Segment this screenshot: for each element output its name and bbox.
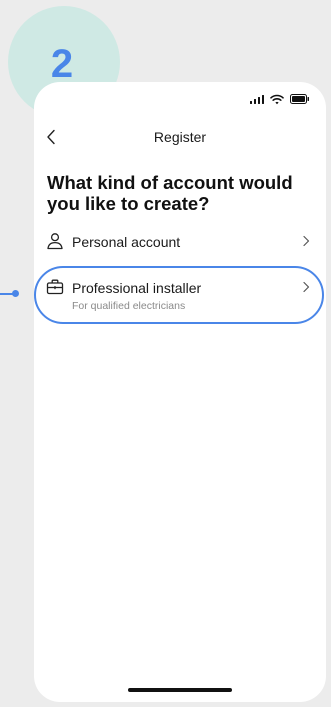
- battery-icon: [290, 94, 310, 104]
- chevron-right-icon: [303, 235, 310, 247]
- highlight-ring: [34, 266, 324, 324]
- phone-screen: Register What kind of account would you …: [34, 82, 326, 702]
- page-heading: What kind of account would you like to c…: [47, 172, 293, 214]
- step-number: 2: [50, 42, 74, 86]
- user-icon: [47, 233, 63, 250]
- option-label: Personal account: [72, 234, 181, 250]
- personal-account-option[interactable]: Personal account: [46, 232, 312, 260]
- signal-icon: [249, 94, 264, 104]
- wifi-icon: [270, 94, 284, 105]
- status-bar: [249, 92, 311, 106]
- nav-bar: Register: [34, 126, 326, 150]
- annotation-pointer-dot: [12, 290, 19, 297]
- nav-title: Register: [153, 129, 207, 145]
- home-indicator: [128, 688, 232, 692]
